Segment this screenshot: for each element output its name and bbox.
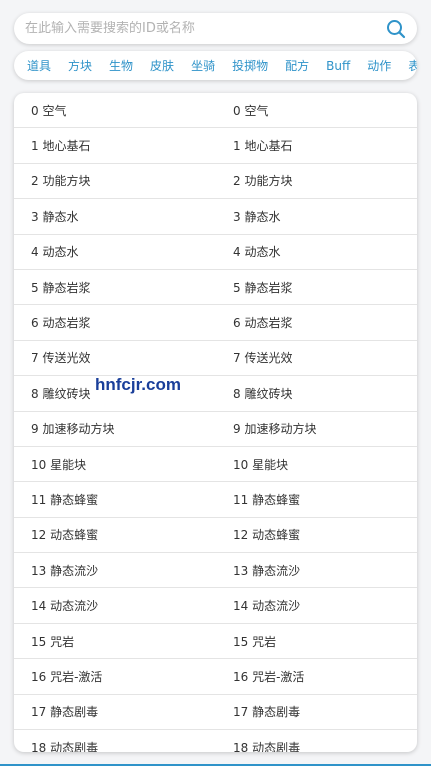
list-item-right: 17 静态剧毒: [233, 705, 301, 720]
list-item-right: 8 雕纹砖块: [233, 386, 293, 401]
tab-projectiles[interactable]: 投掷物: [232, 57, 268, 74]
search-bar[interactable]: [14, 13, 417, 44]
list-item-right: 3 静态水: [233, 209, 281, 224]
list-item[interactable]: 10 星能块 10 星能块: [14, 447, 417, 483]
list-item-left: 14 动态流沙: [31, 599, 99, 614]
list-item-left: 15 咒岩: [31, 634, 75, 649]
list-item[interactable]: 3 静态水 3 静态水: [14, 199, 417, 235]
list-item-left: 1 地心基石: [31, 139, 91, 154]
search-input[interactable]: [25, 21, 385, 36]
list-item-left: 18 动态剧毒: [31, 741, 99, 752]
list-item-left: 8 雕纹砖块: [31, 386, 91, 401]
list-item-left: 3 静态水: [31, 209, 79, 224]
tab-mounts[interactable]: 坐骑: [191, 57, 215, 74]
list-item[interactable]: 4 动态水 4 动态水: [14, 235, 417, 270]
list-item-right: 18 动态剧毒: [233, 741, 301, 752]
list-item-right: 5 静态岩浆: [233, 280, 293, 295]
tab-items[interactable]: 道具: [27, 57, 51, 74]
list-item-left: 0 空气: [31, 103, 67, 118]
list-item[interactable]: 2 功能方块 2 功能方块: [14, 164, 417, 200]
tab-blocks[interactable]: 方块: [68, 57, 92, 74]
tab-recipes[interactable]: 配方: [285, 57, 309, 74]
list-item[interactable]: 12 动态蜂蜜 12 动态蜂蜜: [14, 518, 417, 554]
list-item[interactable]: 15 咒岩 15 咒岩: [14, 624, 417, 660]
list-item[interactable]: 18 动态剧毒 18 动态剧毒: [14, 730, 417, 752]
list-item-left: 2 功能方块: [31, 174, 91, 189]
list-item-left: 4 动态水: [31, 245, 79, 260]
list-item-right: 10 星能块: [233, 457, 289, 472]
list-item[interactable]: 1 地心基石 1 地心基石: [14, 128, 417, 164]
tab-emotes[interactable]: 表情: [408, 57, 417, 74]
list-item[interactable]: 8 雕纹砖块 8 雕纹砖块: [14, 376, 417, 412]
list-item-left: 11 静态蜂蜜: [31, 492, 99, 507]
list-item-right: 12 动态蜂蜜: [233, 528, 301, 543]
list-item-right: 14 动态流沙: [233, 599, 301, 614]
list-item-right: 7 传送光效: [233, 351, 293, 366]
list-item-left: 5 静态岩浆: [31, 280, 91, 295]
search-icon[interactable]: [385, 18, 407, 40]
list-item[interactable]: 6 动态岩浆 6 动态岩浆: [14, 305, 417, 341]
tab-creatures[interactable]: 生物: [109, 57, 133, 74]
list-item-right: 6 动态岩浆: [233, 316, 293, 331]
list-item-right: 11 静态蜂蜜: [233, 492, 301, 507]
list-item-right: 4 动态水: [233, 245, 281, 260]
list-item-left: 7 传送光效: [31, 351, 91, 366]
list-item[interactable]: 16 咒岩-激活 16 咒岩-激活: [14, 659, 417, 695]
list-item[interactable]: 7 传送光效 7 传送光效: [14, 341, 417, 377]
category-tabs[interactable]: 道具 方块 生物 皮肤 坐骑 投掷物 配方 Buff 动作 表情: [14, 51, 417, 80]
list-item[interactable]: 13 静态流沙 13 静态流沙: [14, 553, 417, 589]
list-item-right: 0 空气: [233, 103, 269, 118]
list-item-left: 13 静态流沙: [31, 563, 99, 578]
list-item-left: 9 加速移动方块: [31, 422, 115, 437]
tab-actions[interactable]: 动作: [367, 57, 391, 74]
list-item-left: 17 静态剧毒: [31, 705, 99, 720]
tab-skins[interactable]: 皮肤: [150, 57, 174, 74]
id-list[interactable]: 0 空气 0 空气 1 地心基石 1 地心基石 2 功能方块 2 功能方块 3 静态水…: [14, 93, 417, 752]
list-item-right: 1 地心基石: [233, 139, 293, 154]
list-item-left: 6 动态岩浆: [31, 316, 91, 331]
tab-buff[interactable]: Buff: [326, 59, 350, 73]
list-item-right: 16 咒岩-激活: [233, 669, 305, 684]
list-item-right: 13 静态流沙: [233, 563, 301, 578]
list-item[interactable]: 5 静态岩浆 5 静态岩浆: [14, 270, 417, 306]
list-item-left: 10 星能块: [31, 457, 87, 472]
list-item-left: 12 动态蜂蜜: [31, 528, 99, 543]
list-item[interactable]: 11 静态蜂蜜 11 静态蜂蜜: [14, 482, 417, 518]
list-item-right: 9 加速移动方块: [233, 422, 317, 437]
list-item[interactable]: 0 空气 0 空气: [14, 93, 417, 129]
list-item[interactable]: 14 动态流沙 14 动态流沙: [14, 588, 417, 624]
list-item[interactable]: 9 加速移动方块 9 加速移动方块: [14, 412, 417, 447]
list-item-right: 15 咒岩: [233, 634, 277, 649]
list-item-right: 2 功能方块: [233, 174, 293, 189]
list-item-left: 16 咒岩-激活: [31, 669, 103, 684]
list-item[interactable]: 17 静态剧毒 17 静态剧毒: [14, 695, 417, 731]
